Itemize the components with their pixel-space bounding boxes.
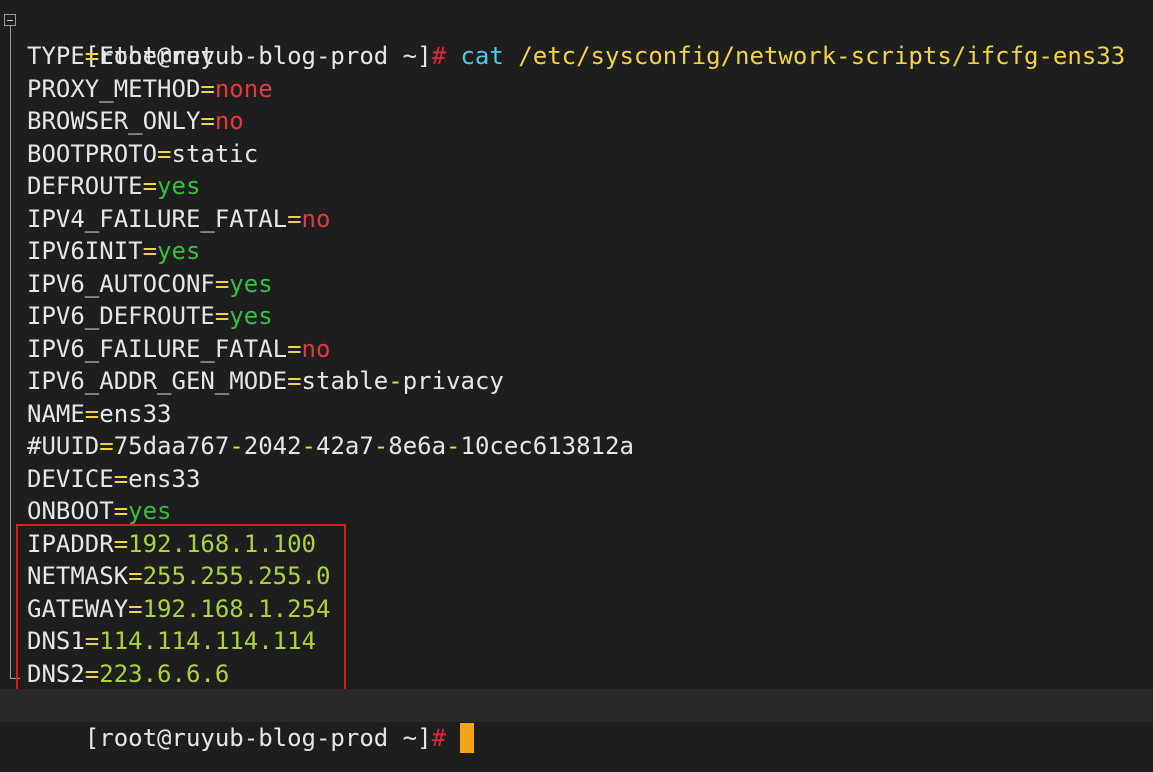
config-value: yes xyxy=(128,497,172,525)
dash: - xyxy=(388,367,403,395)
command-arg: /etc/sysconfig/network-scripts/ifcfg-ens… xyxy=(518,42,1126,70)
cursor xyxy=(460,723,475,753)
output-line-ipv4-failure-fatal: IPV4_FAILURE_FATAL=no xyxy=(27,203,330,235)
config-key: BOOTPROTO xyxy=(27,140,158,168)
equals-sign: = xyxy=(99,432,114,460)
output-line-proxy-method: PROXY_METHOD=none xyxy=(27,73,273,105)
config-value: no xyxy=(214,107,244,135)
output-line-type: TYPE=Ethernet xyxy=(27,40,215,72)
config-key: TYPE xyxy=(27,42,85,70)
config-value: yes xyxy=(229,302,273,330)
output-line-onboot: ONBOOT=yes xyxy=(27,495,172,527)
config-key: DEVICE xyxy=(27,465,114,493)
equals-sign: = xyxy=(113,465,129,493)
output-line-bootproto: BOOTPROTO=static xyxy=(27,138,258,170)
config-key: IPV6_DEFROUTE xyxy=(27,302,215,330)
config-key: BROWSER_ONLY xyxy=(27,107,201,135)
equals-sign: = xyxy=(287,335,302,363)
fold-line xyxy=(10,26,11,678)
config-key: DEFROUTE xyxy=(27,172,143,200)
equals-sign: = xyxy=(287,205,302,233)
output-line-device: DEVICE=ens33 xyxy=(27,463,200,495)
dash: - xyxy=(301,432,316,460)
config-key: IPV4_FAILURE_FATAL xyxy=(27,205,288,233)
config-value: yes xyxy=(157,172,201,200)
highlight-box xyxy=(16,524,346,695)
config-value: 75daa767 xyxy=(113,432,230,460)
config-key: #UUID xyxy=(27,432,100,460)
config-value: yes xyxy=(229,270,273,298)
equals-sign: = xyxy=(142,237,158,265)
equals-sign: = xyxy=(113,497,129,525)
output-line-ipv6-defroute: IPV6_DEFROUTE=yes xyxy=(27,300,273,332)
output-line-browser-only: BROWSER_ONLY=no xyxy=(27,105,244,137)
config-value: no xyxy=(301,205,331,233)
config-key: ONBOOT xyxy=(27,497,114,525)
config-value: ens33 xyxy=(128,465,201,493)
equals-sign: = xyxy=(84,42,100,70)
prompt: [root@ruyub-blog-prod ~] xyxy=(84,724,432,752)
output-line-ipv6-autoconf: IPV6_AUTOCONF=yes xyxy=(27,268,273,300)
config-value: 2042 xyxy=(243,432,302,460)
equals-sign: = xyxy=(142,172,158,200)
output-line-ipv6init: IPV6INIT=yes xyxy=(27,235,200,267)
terminal-window[interactable]: [root@ruyub-blog-prod ~]# cat /etc/sysco… xyxy=(0,0,1153,772)
config-value: Ethernet xyxy=(99,42,215,70)
equals-sign: = xyxy=(200,75,215,103)
dash: - xyxy=(229,432,244,460)
output-line-uuid: #UUID=75daa767-2042-42a7-8e6a-10cec61381… xyxy=(27,430,634,462)
output-line-name: NAME=ens33 xyxy=(27,398,172,430)
config-value: static xyxy=(171,140,259,168)
prompt-hash: # xyxy=(431,42,447,70)
equals-sign: = xyxy=(214,302,230,330)
config-key: IPV6_ADDR_GEN_MODE xyxy=(27,367,288,395)
dash: - xyxy=(373,432,389,460)
config-key: PROXY_METHOD xyxy=(27,75,201,103)
config-key: IPV6INIT xyxy=(27,237,143,265)
config-value: 10cec613812a xyxy=(460,432,634,460)
output-line-defroute: DEFROUTE=yes xyxy=(27,170,200,202)
equals-sign: = xyxy=(287,367,302,395)
config-key: IPV6_FAILURE_FATAL xyxy=(27,335,288,363)
config-value: ens33 xyxy=(99,400,172,428)
config-value: no xyxy=(301,335,331,363)
equals-sign: = xyxy=(214,270,230,298)
equals-sign: = xyxy=(200,107,215,135)
equals-sign: = xyxy=(84,400,100,428)
config-value: stable xyxy=(301,367,389,395)
config-value: none xyxy=(214,75,273,103)
config-value: privacy xyxy=(402,367,504,395)
prompt-line[interactable]: [root@ruyub-blog-prod ~]# xyxy=(27,690,475,753)
output-line-ipv6-addr-gen-mode: IPV6_ADDR_GEN_MODE=stable-privacy xyxy=(27,365,504,397)
equals-sign: = xyxy=(157,140,172,168)
config-key: IPV6_AUTOCONF xyxy=(27,270,215,298)
config-value: 8e6a xyxy=(388,432,447,460)
collapse-icon[interactable] xyxy=(4,14,16,26)
output-line-ipv6-failure-fatal: IPV6_FAILURE_FATAL=no xyxy=(27,333,330,365)
dash: - xyxy=(446,432,461,460)
command: cat xyxy=(460,42,504,70)
command-line: [root@ruyub-blog-prod ~]# cat /etc/sysco… xyxy=(27,8,1125,70)
config-value: 42a7 xyxy=(316,432,374,460)
config-value: yes xyxy=(157,237,201,265)
config-key: NAME xyxy=(27,400,85,428)
prompt-hash: # xyxy=(431,724,447,752)
